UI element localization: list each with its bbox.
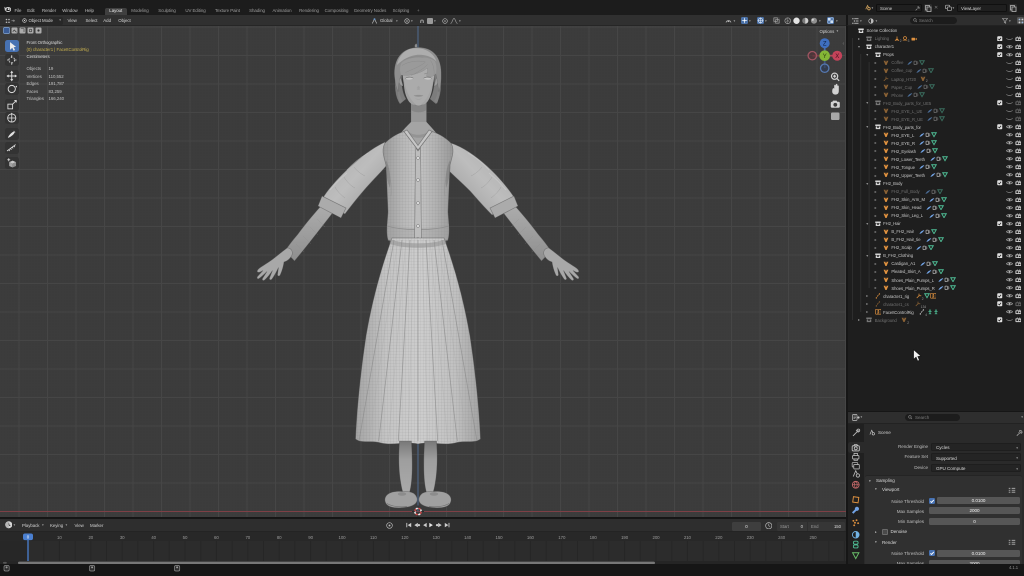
svg-text:X: X: [835, 54, 839, 60]
svg-text:130: 130: [433, 535, 441, 540]
svg-text:80: 80: [277, 535, 282, 540]
svg-text:160: 160: [527, 535, 535, 540]
svg-text:180: 180: [590, 535, 598, 540]
svg-text:170: 170: [558, 535, 566, 540]
svg-text:20: 20: [88, 535, 93, 540]
svg-text:210: 210: [684, 535, 692, 540]
svg-text:30: 30: [120, 535, 125, 540]
svg-text:90: 90: [308, 535, 313, 540]
svg-text:230: 230: [747, 535, 755, 540]
svg-text:190: 190: [621, 535, 629, 540]
svg-text:240: 240: [778, 535, 786, 540]
svg-text:250: 250: [809, 535, 817, 540]
svg-text:150: 150: [495, 535, 503, 540]
svg-text:Y: Y: [823, 54, 827, 60]
svg-text:50: 50: [183, 535, 188, 540]
svg-text:100: 100: [338, 535, 346, 540]
svg-text:140: 140: [464, 535, 472, 540]
svg-text:120: 120: [401, 535, 409, 540]
svg-text:110: 110: [370, 535, 377, 540]
svg-text:40: 40: [151, 535, 156, 540]
svg-text:60: 60: [214, 535, 219, 540]
svg-text:70: 70: [245, 535, 250, 540]
svg-text:Z: Z: [823, 42, 827, 48]
svg-text:220: 220: [715, 535, 723, 540]
svg-text:200: 200: [652, 535, 660, 540]
svg-text:10: 10: [57, 535, 62, 540]
